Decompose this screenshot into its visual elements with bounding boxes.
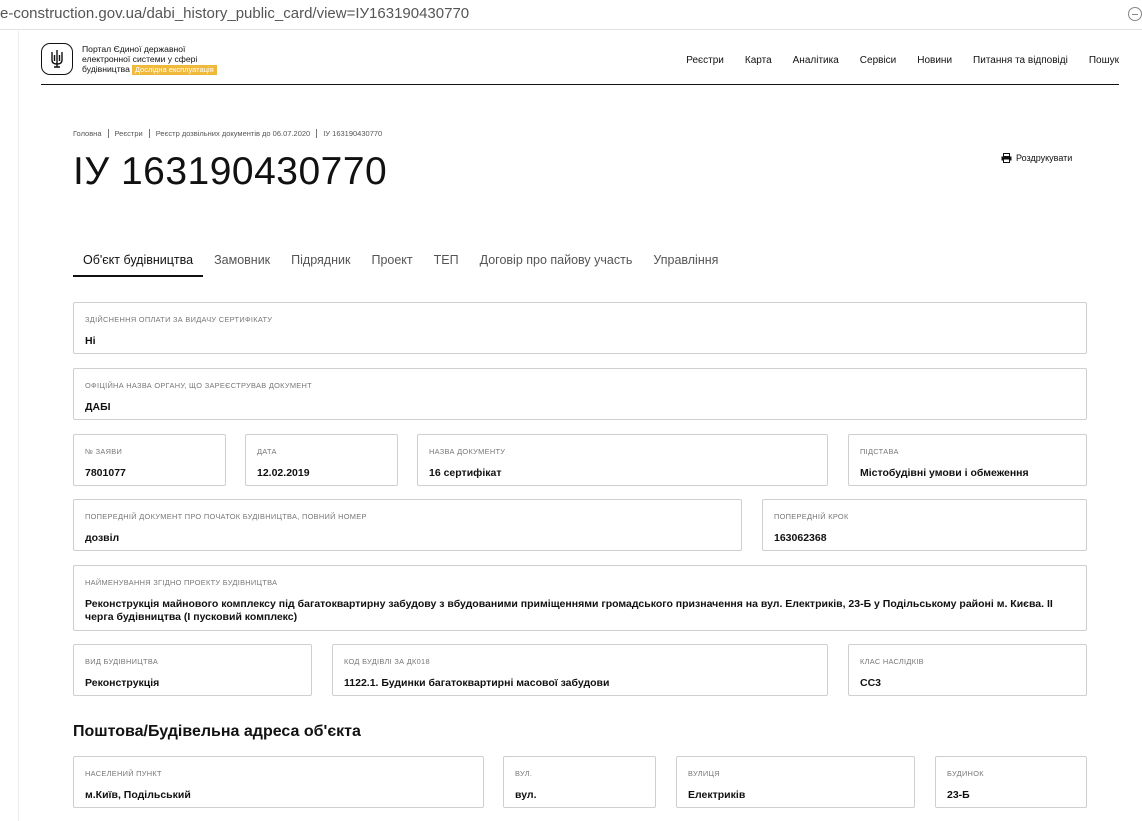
field-label: Найменування згідно проекту будівництва	[85, 578, 278, 587]
field-value: 7801077	[85, 467, 126, 479]
field-basis: Підстава Містобудівні умови і обмеження	[848, 434, 1087, 486]
url-text[interactable]: e-construction.gov.ua/dabi_history_publi…	[0, 5, 469, 22]
breadcrumb-separator	[316, 129, 318, 138]
tab-construction-object[interactable]: Об'єкт будівництва	[73, 250, 204, 277]
field-value: вул.	[515, 789, 537, 801]
nav-map[interactable]: Карта	[745, 55, 772, 66]
portal-name-line3: будівництва	[82, 64, 130, 74]
field-label: Вул.	[515, 769, 533, 778]
field-street: Вулиця Електриків	[676, 756, 915, 808]
breadcrumb-home[interactable]: Головна	[73, 129, 102, 138]
tab-share-agreement[interactable]: Договір про пайову участь	[470, 250, 643, 277]
page-title: ІУ 163190430770	[73, 150, 388, 193]
field-label: Вид будівництва	[85, 657, 159, 666]
browser-address-bar[interactable]: e-construction.gov.ua/dabi_history_publi…	[0, 0, 1142, 30]
breadcrumb-current: ІУ 163190430770	[323, 129, 383, 138]
breadcrumb-permit-registry[interactable]: Реєстр дозвільних документів до 06.07.20…	[156, 129, 311, 138]
nav-search[interactable]: Пошук	[1089, 55, 1119, 66]
field-previous-step: Попередній крок 163062368	[762, 499, 1087, 551]
field-label: Здійснення оплати за видачу сертифікату	[85, 315, 273, 324]
print-button[interactable]: Роздрукувати	[1001, 153, 1072, 163]
nav-analytics[interactable]: Аналітика	[793, 55, 839, 66]
breadcrumb-separator	[148, 129, 150, 138]
field-label: Назва документу	[429, 447, 506, 456]
field-value: Реконструкція майнового комплексу під ба…	[85, 598, 1053, 623]
trident-logo-icon[interactable]	[41, 43, 73, 75]
breadcrumb-separator	[107, 129, 109, 138]
printer-icon	[1001, 153, 1012, 163]
breadcrumb-registries[interactable]: Реєстри	[115, 129, 143, 138]
field-consequence-class: Клас наслідків СС3	[848, 644, 1087, 696]
field-application-no: № заяви 7801077	[73, 434, 226, 486]
address-section-title: Поштова/Будівельна адреса об'єкта	[73, 723, 361, 740]
field-value: 16 сертифікат	[429, 467, 502, 479]
nav-faq[interactable]: Питання та відповіді	[973, 55, 1068, 66]
field-value: ДАБІ	[85, 401, 111, 413]
nav-registries[interactable]: Реєстри	[686, 55, 724, 66]
field-value: СС3	[860, 677, 882, 689]
field-construction-type: Вид будівництва Реконструкція	[73, 644, 312, 696]
field-value: 12.02.2019	[257, 467, 310, 479]
field-label: Вулиця	[688, 769, 720, 778]
field-building-number: Будинок 23-Б	[935, 756, 1087, 808]
field-label: Клас наслідків	[860, 657, 924, 666]
tab-tep[interactable]: ТЕП	[424, 250, 469, 277]
field-payment: Здійснення оплати за видачу сертифікату …	[73, 302, 1087, 354]
field-label: Попередній крок	[774, 512, 849, 521]
field-value: Містобудівні умови і обмеження	[860, 467, 1029, 479]
print-label: Роздрукувати	[1016, 153, 1073, 163]
field-value: Реконструкція	[85, 677, 160, 689]
beta-badge: Дослідна експлуатація	[131, 65, 217, 75]
nav-news[interactable]: Новини	[917, 55, 952, 66]
field-value: м.Київ, Подільський	[85, 789, 191, 801]
main-nav: Реєстри Карта Аналітика Сервіси Новини П…	[686, 55, 1119, 66]
card-tabs: Об'єкт будівництва Замовник Підрядник Пр…	[73, 250, 729, 277]
nav-services[interactable]: Сервіси	[860, 55, 896, 66]
field-label: Будинок	[947, 769, 984, 778]
field-value: 163062368	[774, 532, 827, 544]
field-label: Попередній документ про початок будівниц…	[85, 512, 367, 521]
field-label: Код будівлі за ДК018	[344, 657, 430, 666]
field-authority: Офіційна назва органу, що зареєстрував д…	[73, 368, 1087, 420]
tab-project[interactable]: Проект	[361, 250, 422, 277]
browser-menu-icon[interactable]	[1128, 7, 1142, 21]
field-label: № заяви	[85, 447, 123, 456]
field-value: Ні	[85, 335, 96, 347]
field-label: Офіційна назва органу, що зареєстрував д…	[85, 381, 312, 390]
site-header: Портал Єдиної державної електронної сист…	[41, 31, 1119, 85]
field-value: 23-Б	[947, 789, 970, 801]
tab-customer[interactable]: Замовник	[204, 250, 280, 277]
field-value: 1122.1. Будинки багатоквартирні масової …	[344, 677, 610, 689]
field-document-name: Назва документу 16 сертифікат	[417, 434, 828, 486]
field-settlement: Населений пункт м.Київ, Подільський	[73, 756, 484, 808]
field-value: дозвіл	[85, 532, 120, 544]
field-previous-document: Попередній документ про початок будівниц…	[73, 499, 742, 551]
tab-management[interactable]: Управління	[643, 250, 728, 277]
field-street-type: Вул. вул.	[503, 756, 656, 808]
portal-name[interactable]: Портал Єдиної державної електронної сист…	[82, 44, 242, 75]
portal-name-line2: електронної системи у сфері	[82, 54, 198, 64]
field-label: Підстава	[860, 447, 899, 456]
field-building-code: Код будівлі за ДК018 1122.1. Будинки баг…	[332, 644, 828, 696]
tab-contractor[interactable]: Підрядник	[281, 250, 360, 277]
field-date: Дата 12.02.2019	[245, 434, 398, 486]
field-value: Електриків	[688, 789, 746, 801]
field-project-name: Найменування згідно проекту будівництва …	[73, 565, 1087, 631]
field-label: Дата	[257, 447, 277, 456]
page-viewport: Портал Єдиної державної електронної сист…	[18, 31, 1142, 821]
breadcrumb: Головна Реєстри Реєстр дозвільних докуме…	[73, 129, 382, 138]
portal-name-line1: Портал Єдиної державної	[82, 44, 186, 54]
field-label: Населений пункт	[85, 769, 162, 778]
